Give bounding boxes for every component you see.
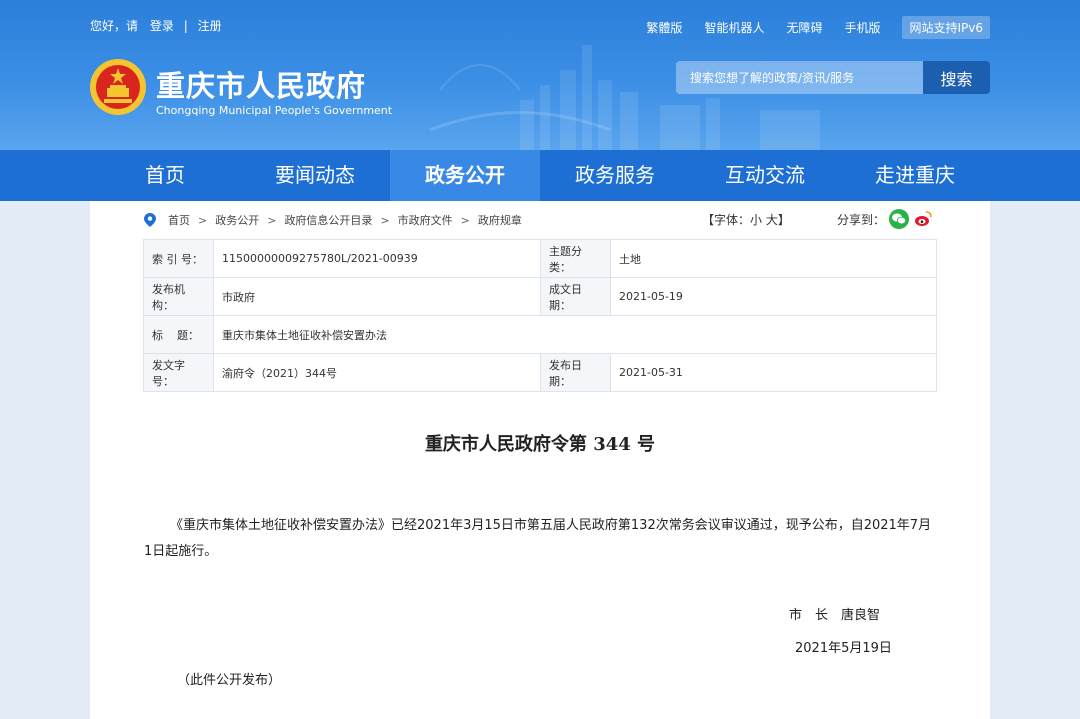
breadcrumb-separator: > — [380, 213, 390, 227]
breadcrumb-home[interactable]: 首页 — [168, 212, 190, 228]
site-header: 您好，请 登录 | 注册 繁體版 智能机器人 无障碍 手机版 网站支持IPv6 … — [0, 0, 1080, 150]
site-title[interactable]: 重庆市人民政府 — [156, 63, 366, 105]
document-body: 《重庆市集体土地征收补偿安置办法》已经2021年3月15日市第五届人民政府第13… — [144, 518, 932, 559]
published-date-value: 2021-05-31 — [610, 353, 937, 392]
published-date-label: 发布日期： — [540, 353, 611, 392]
nav-item-about-chongqing[interactable]: 走进重庆 — [840, 150, 990, 201]
doc-number-label: 发文字号： — [143, 353, 214, 392]
search-box — [676, 61, 923, 94]
written-date-label: 成文日期： — [540, 277, 611, 316]
breadcrumb-government-affairs[interactable]: 政务公开 — [215, 212, 259, 228]
table-row: 索 引 号： 11500000009275780L/2021-00939 主题分… — [143, 239, 937, 278]
main-nav: 首页 要闻动态 政务公开 政务服务 互动交流 走进重庆 — [0, 150, 1080, 201]
search-input[interactable] — [676, 61, 923, 94]
robot-link[interactable]: 智能机器人 — [704, 19, 764, 36]
divider: | — [183, 19, 188, 33]
issuer-label: 发布机构： — [143, 277, 214, 316]
greeting-text: 您好，请 — [90, 19, 139, 33]
traditional-chinese-link[interactable]: 繁體版 — [646, 19, 682, 36]
nav-item-interaction[interactable]: 互动交流 — [690, 150, 840, 201]
table-row: 标 题： 重庆市集体土地征收补偿安置办法 — [143, 315, 937, 354]
wechat-icon[interactable] — [889, 209, 910, 229]
accessibility-link[interactable]: 无障碍 — [786, 19, 822, 36]
breadcrumb-info-directory[interactable]: 政府信息公开目录 — [284, 212, 372, 228]
written-date-value: 2021-05-19 — [610, 277, 937, 316]
share-label: 分享到： — [837, 212, 886, 227]
category-value: 土地 — [610, 239, 937, 278]
font-size-control[interactable]: 【字体：小 大】 — [702, 211, 790, 228]
breadcrumb-municipal-documents[interactable]: 市政府文件 — [398, 212, 453, 228]
breadcrumb-regulations[interactable]: 政府规章 — [478, 212, 522, 228]
breadcrumb-separator: > — [267, 213, 277, 227]
signature: 市 长 唐良智 — [789, 608, 881, 623]
content-panel: 首页 > 政务公开 > 政府信息公开目录 > 市政府文件 > 政府规章 【字体：… — [90, 201, 990, 719]
document-metadata-table: 索 引 号： 11500000009275780L/2021-00939 主题分… — [143, 239, 937, 392]
publication-note: （此件公开发布） — [177, 673, 282, 688]
share-bar: 分享到： — [837, 209, 934, 229]
search-button[interactable]: 搜索 — [923, 61, 990, 94]
user-links: 您好，请 登录 | 注册 — [90, 17, 222, 34]
title-value: 重庆市集体土地征收补偿安置办法 — [213, 315, 937, 354]
breadcrumb-separator: > — [460, 213, 470, 227]
index-label: 索 引 号： — [143, 239, 214, 278]
nav-item-home[interactable]: 首页 — [90, 150, 240, 201]
issuer-value: 市政府 — [213, 277, 541, 316]
national-emblem-icon[interactable] — [88, 57, 148, 117]
index-value: 11500000009275780L/2021-00939 — [213, 239, 541, 278]
title-label: 标 题： — [143, 315, 214, 354]
login-link[interactable]: 登录 — [150, 19, 174, 33]
location-pin-icon — [144, 213, 156, 227]
nav-item-news[interactable]: 要闻动态 — [240, 150, 390, 201]
utility-links: 繁體版 智能机器人 无障碍 手机版 网站支持IPv6 — [646, 16, 990, 39]
nav-item-government-affairs[interactable]: 政务公开 — [390, 150, 540, 201]
doc-number-value: 渝府令（2021）344号 — [213, 353, 541, 392]
signature-date: 2021年5月19日 — [795, 641, 892, 656]
table-row: 发文字号： 渝府令（2021）344号 发布日期： 2021-05-31 — [143, 353, 937, 392]
nav-item-services[interactable]: 政务服务 — [540, 150, 690, 201]
site-subtitle: Chongqing Municipal People's Government — [156, 104, 393, 117]
breadcrumb-separator: > — [198, 213, 208, 227]
weibo-icon[interactable] — [913, 209, 934, 229]
document-title: 重庆市人民政府令第 344 号 — [424, 434, 656, 455]
ipv6-badge[interactable]: 网站支持IPv6 — [902, 16, 990, 39]
breadcrumb: 首页 > 政务公开 > 政府信息公开目录 > 市政府文件 > 政府规章 — [144, 212, 522, 228]
table-row: 发布机构： 市政府 成文日期： 2021-05-19 — [143, 277, 937, 316]
register-link[interactable]: 注册 — [198, 19, 222, 33]
mobile-link[interactable]: 手机版 — [844, 19, 880, 36]
category-label: 主题分类： — [540, 239, 611, 278]
